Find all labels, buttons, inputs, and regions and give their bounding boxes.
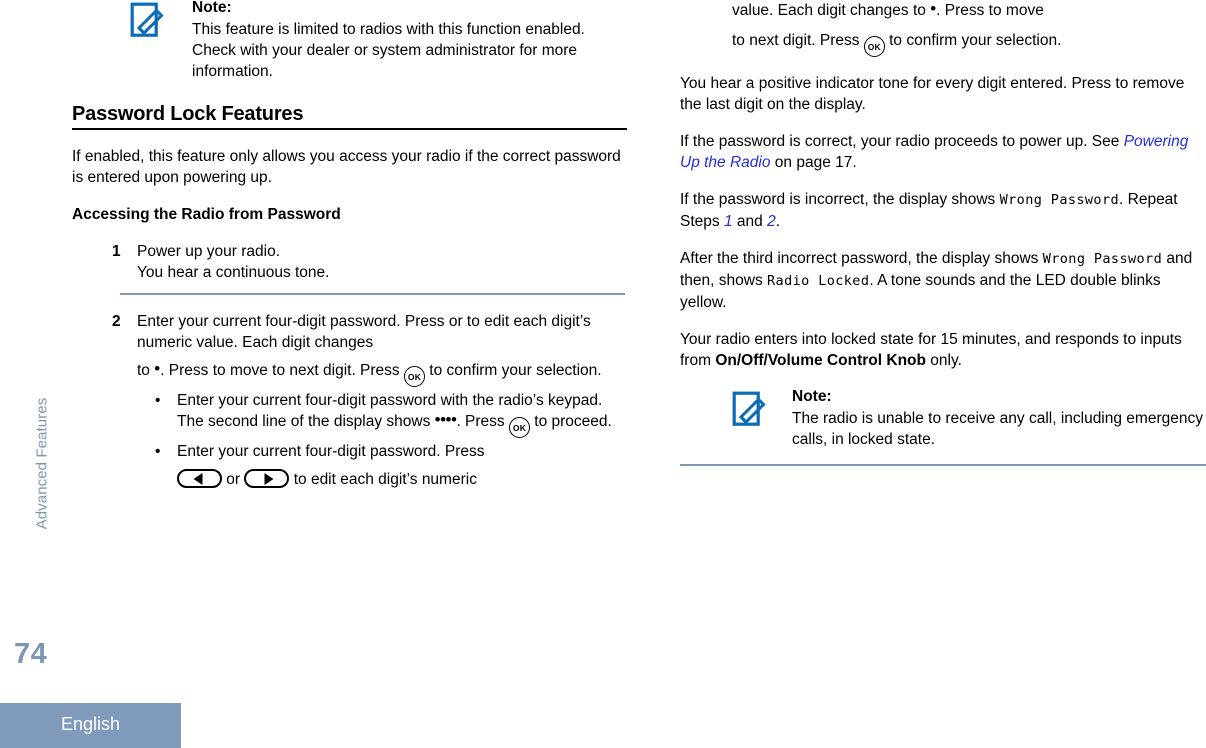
language-footer: English — [0, 703, 181, 748]
bullet2-pre: Enter your current four-digit password. … — [177, 443, 485, 460]
cont-line-1: value. Each digit changes to •. Press to… — [732, 0, 1044, 19]
step2-text-part2-mid: . Press to move to next digit. Press — [160, 362, 404, 379]
manual-page: Advanced Features 74 English Note: This … — [0, 0, 1206, 748]
correct-post: on page 17. — [770, 154, 857, 171]
note-body: Note: The radio is unable to receive any… — [792, 387, 1206, 450]
step-result-text: You hear a continuous tone. — [137, 264, 330, 281]
cont-text-2b: to confirm your selection. — [884, 32, 1062, 49]
step2-bullet-list: • Enter your current four-digit password… — [137, 390, 627, 490]
side-rail: Advanced Features 74 — [0, 0, 72, 748]
section-heading: Password Lock Features — [72, 104, 627, 130]
continued-bullet-text: value. Each digit changes to •. Press to… — [732, 0, 1206, 57]
cont-text-2a: to next digit. Press — [732, 32, 864, 49]
third-pre: After the third incorrect password, the … — [680, 250, 1043, 267]
lcd-text-wrong-password: Wrong Password — [1042, 251, 1163, 267]
step-reference-1[interactable]: 1 — [724, 213, 733, 230]
language-label: English — [60, 714, 121, 734]
bullet-marker: • — [155, 392, 161, 409]
cont-text-1a: value. Each digit changes to — [732, 2, 931, 19]
step-item-1: 1 Power up your radio. You hear a contin… — [112, 241, 627, 283]
paragraph-correct: If the password is correct, your radio p… — [680, 131, 1206, 173]
step-body: Enter your current four-digit password. … — [137, 311, 627, 490]
step-number: 2 — [112, 313, 121, 330]
incorrect-pre: If the password is incorrect, the displa… — [680, 191, 1000, 208]
page-number: 74 — [14, 638, 48, 670]
paragraph-tone: You hear a positive indicator tone for e… — [680, 75, 1185, 113]
incorrect-and: and — [732, 213, 768, 230]
cont-text-1b: . Press to move — [936, 2, 1044, 19]
chapter-tab-label: Advanced Features — [33, 397, 51, 530]
lcd-text-wrong-password: Wrong Password — [999, 192, 1120, 208]
sub-heading: Accessing the Radio from Password — [72, 206, 341, 223]
ok-button-icon: OK — [863, 36, 885, 57]
paragraph-locked-state: Your radio enters into locked state for … — [680, 329, 1206, 371]
bullet2-post: to edit each digit’s numeric — [289, 471, 477, 488]
step2-text-part1: Enter your current four-digit password. … — [137, 313, 591, 351]
right-column: value. Each digit changes to •. Press to… — [680, 0, 1206, 466]
bullet1-post: . Press — [456, 413, 509, 430]
bullet-text: Enter your current four-digit password w… — [177, 390, 627, 438]
right-arrow-button-icon — [244, 469, 290, 488]
note-title: Note: — [192, 0, 232, 16]
locked-post: only. — [925, 352, 962, 369]
ok-button-icon: OK — [508, 417, 530, 438]
note-pencil-icon — [680, 387, 792, 433]
note-title: Note: — [792, 388, 832, 405]
intro-paragraph: If enabled, this feature only allows you… — [72, 148, 621, 186]
note-callout-top: Note: This feature is limited to radios … — [72, 0, 627, 82]
column-bottom-rule — [680, 464, 1206, 466]
bullet-text: Enter your current four-digit password. … — [177, 441, 627, 490]
step-text: Power up your radio. — [137, 243, 281, 260]
left-arrow-button-icon — [177, 469, 222, 488]
left-column: Note: This feature is limited to radios … — [72, 0, 627, 490]
note-text: This feature is limited to radios with t… — [192, 21, 585, 80]
control-knob-label: On/Off/Volume Control Knob — [715, 352, 926, 369]
lcd-text-radio-locked: Radio Locked — [767, 273, 870, 289]
bullet1-tail: to proceed. — [529, 413, 612, 430]
cont-line-2: to next digit. Press OK to confirm your … — [732, 30, 1206, 57]
correct-pre: If the password is correct, your radio p… — [680, 133, 1124, 150]
step-number: 1 — [112, 243, 121, 260]
step-reference-2[interactable]: 2 — [767, 213, 776, 230]
ok-button-icon: OK — [403, 366, 425, 387]
note-text: The radio is unable to receive any call,… — [792, 410, 1203, 448]
note-pencil-icon — [72, 0, 192, 44]
bullet2-mid: or — [222, 471, 245, 488]
step-item-2: 2 Enter your current four-digit password… — [112, 311, 627, 490]
paragraph-incorrect: If the password is incorrect, the displa… — [680, 189, 1206, 232]
bullet-item: • Enter your current four-digit password… — [155, 441, 627, 490]
step2-text-part2-post: to confirm your selection. — [424, 362, 602, 379]
step-body: Power up your radio. You hear a continuo… — [137, 241, 627, 283]
incorrect-end: . — [775, 213, 780, 230]
bullet-item: • Enter your current four-digit password… — [155, 390, 627, 438]
note-body: Note: This feature is limited to radios … — [192, 0, 627, 82]
paragraph-third-attempt: After the third incorrect password, the … — [680, 248, 1206, 313]
step2-text-part2-pre: to — [137, 362, 155, 379]
note-callout-bottom: Note: The radio is unable to receive any… — [680, 387, 1206, 450]
bullet-marker: • — [155, 443, 161, 460]
